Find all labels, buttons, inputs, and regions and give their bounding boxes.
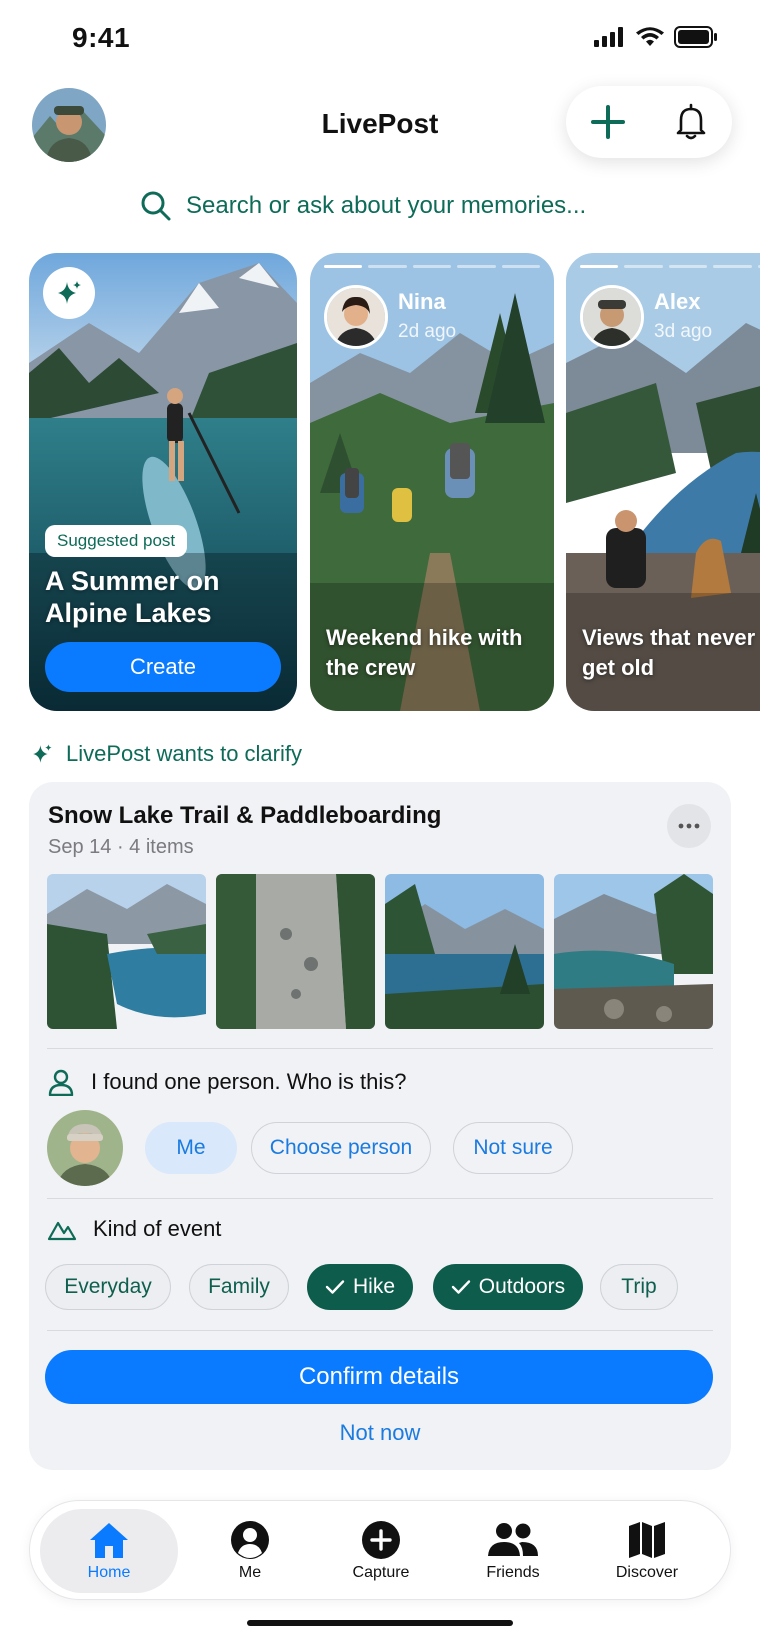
story-time: 2d ago (398, 321, 457, 342)
event-tag-everyday[interactable]: Everyday (45, 1264, 171, 1310)
header-actions (566, 86, 732, 158)
person-question: I found one person. Who is this? (47, 1068, 407, 1096)
story-card-alex[interactable]: Alex 3d ago Views that never get old (566, 253, 760, 711)
plus-icon (590, 105, 625, 139)
header: LivePost (0, 80, 760, 180)
person-option-me[interactable]: Me (145, 1122, 237, 1174)
mountain-icon (47, 1221, 77, 1241)
home-icon (90, 1523, 128, 1558)
tab-label: Friends (486, 1564, 540, 1581)
event-tag-family[interactable]: Family (189, 1264, 289, 1310)
story-progress (324, 265, 541, 268)
story-author-name: Alex (654, 289, 701, 314)
search-bar[interactable]: Search or ask about your memories... (140, 186, 586, 226)
cellular-signal-icon (594, 27, 623, 47)
clarify-heading-text: LivePost wants to clarify (66, 741, 302, 766)
battery-icon (674, 26, 717, 48)
suggested-post-badge: Suggested post (45, 525, 188, 557)
event-photo[interactable] (216, 874, 375, 1029)
event-tag-hike[interactable]: Hike (307, 1264, 413, 1310)
divider (47, 1048, 713, 1049)
ellipsis-icon (678, 823, 700, 829)
clarify-card: Snow Lake Trail & Paddleboarding Sep 14 … (29, 782, 731, 1470)
sparkle-icon (58, 281, 81, 304)
home-indicator (247, 1620, 513, 1626)
event-photo[interactable] (47, 874, 206, 1029)
ai-suggestion-badge (43, 267, 95, 319)
tab-home[interactable]: Home (40, 1509, 178, 1593)
story-card-nina[interactable]: Nina 2d ago Weekend hike with the crew (310, 253, 554, 711)
tab-me[interactable]: Me (185, 1509, 315, 1593)
tag-label: Everyday (64, 1275, 152, 1298)
divider (47, 1330, 713, 1331)
tag-label: Hike (352, 1275, 395, 1298)
notifications-button[interactable] (649, 86, 732, 158)
create-button[interactable]: Create (45, 642, 281, 692)
event-photo[interactable] (554, 874, 713, 1029)
stories-carousel[interactable]: Suggested post A Summer on Alpine Lakes … (0, 253, 760, 711)
map-icon (629, 1522, 665, 1558)
more-options-button[interactable] (667, 804, 711, 848)
tab-friends[interactable]: Friends (448, 1509, 578, 1593)
checkmark-icon (451, 1280, 470, 1294)
tab-label: Discover (615, 1564, 679, 1581)
search-icon (141, 191, 171, 221)
clarify-heading: LivePost wants to clarify (30, 741, 302, 767)
tab-label: Capture (352, 1564, 410, 1581)
search-placeholder: Search or ask about your memories... (186, 192, 587, 219)
event-kind-text: Kind of event (93, 1216, 222, 1241)
event-photo[interactable] (385, 874, 544, 1029)
not-now-button[interactable]: Not now (29, 1420, 731, 1446)
tab-label: Me (238, 1564, 262, 1581)
person-question-text: I found one person. Who is this? (91, 1069, 407, 1094)
add-post-button[interactable] (566, 86, 649, 158)
tag-label: Outdoors (478, 1275, 566, 1298)
suggested-post-title: A Summer on Alpine Lakes (45, 566, 220, 628)
people-icon (488, 1523, 538, 1556)
person-icon (48, 1069, 74, 1096)
event-meta: Sep 14 · 4 items (48, 836, 194, 858)
status-time: 9:41 (72, 22, 131, 53)
checkmark-icon (325, 1280, 345, 1294)
story-author-name: Nina (398, 289, 446, 314)
tab-discover[interactable]: Discover (582, 1509, 712, 1593)
story-time: 3d ago (654, 321, 713, 342)
tag-label: Trip (621, 1275, 657, 1298)
sparkle-icon (33, 744, 52, 763)
event-title: Snow Lake Trail & Paddleboarding (48, 802, 442, 829)
event-photos (47, 874, 713, 1029)
person-option-not-sure[interactable]: Not sure (453, 1122, 573, 1174)
detected-person-avatar (47, 1110, 123, 1186)
wifi-icon (636, 27, 664, 46)
tab-bar: Home Me Capture Friends Discover (29, 1500, 731, 1600)
tag-label: Family (208, 1275, 270, 1298)
suggested-post-card[interactable]: Suggested post A Summer on Alpine Lakes … (29, 253, 297, 711)
person-option-choose[interactable]: Choose person (251, 1122, 431, 1174)
plus-circle-icon (362, 1521, 400, 1559)
alex-avatar (580, 285, 644, 349)
nina-avatar (324, 285, 388, 349)
status-icons (594, 26, 718, 48)
story-progress (580, 265, 760, 268)
tab-capture[interactable]: Capture (316, 1509, 446, 1593)
story-caption: Views that never get old (582, 625, 756, 680)
bell-icon (676, 103, 705, 140)
status-bar: 9:41 (0, 0, 760, 80)
person-circle-icon (231, 1521, 269, 1559)
divider (47, 1198, 713, 1199)
event-tag-trip[interactable]: Trip (600, 1264, 678, 1310)
event-kind-question: Kind of event (47, 1216, 221, 1242)
story-caption: Weekend hike with the crew (326, 625, 523, 680)
confirm-details-button[interactable]: Confirm details (45, 1350, 713, 1404)
tab-label: Home (87, 1564, 131, 1581)
event-tag-outdoors[interactable]: Outdoors (433, 1264, 583, 1310)
